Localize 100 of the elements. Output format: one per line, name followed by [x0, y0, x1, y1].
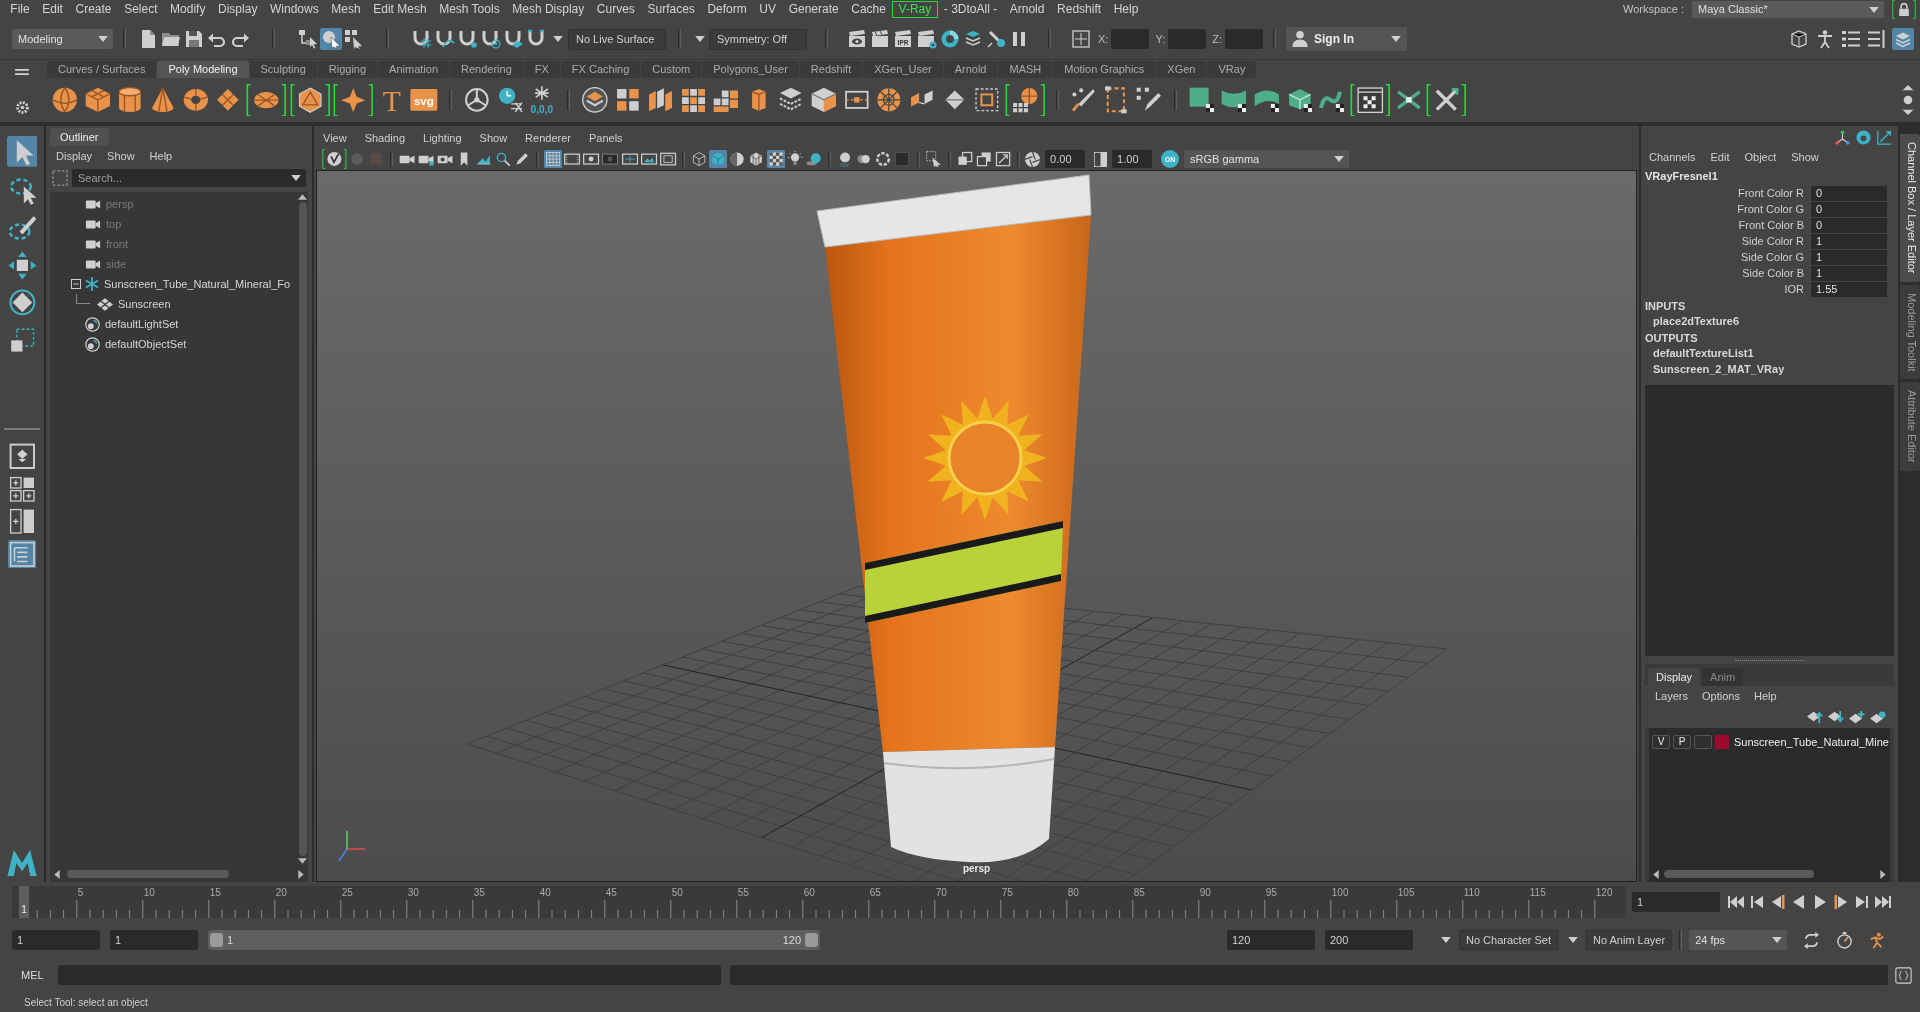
fps-dropdown[interactable]: 24 fps [1689, 930, 1788, 951]
menu-item[interactable]: Panels [588, 131, 623, 145]
visibility-toggle[interactable]: V [1652, 735, 1670, 750]
shelf-tab[interactable]: MASH [998, 61, 1053, 79]
menu-item[interactable]: Layers [1655, 689, 1689, 703]
caret-icon[interactable] [98, 36, 108, 43]
animation-start-field[interactable]: 1 [12, 930, 100, 951]
attribute-field[interactable]: 1 [1811, 265, 1887, 281]
scroll-thumb[interactable] [298, 202, 307, 857]
menu-item[interactable]: Surfaces [641, 1, 702, 19]
scroll-left-icon[interactable] [54, 869, 60, 879]
scroll-right-icon[interactable] [298, 869, 304, 879]
layer-dot-icon[interactable] [1870, 709, 1886, 725]
scroll-thumb[interactable] [1664, 870, 1814, 879]
scrollbar[interactable] [297, 192, 308, 867]
node-link[interactable]: place2dTexture6 [1641, 313, 1898, 330]
mode-dropdown[interactable]: Modeling [12, 29, 113, 50]
symmetry-dropdown[interactable]: Symmetry: Off [709, 28, 807, 50]
outliner-item[interactable]: defaultObjectSet [105, 337, 187, 351]
menu-item[interactable]: Lighting [423, 131, 462, 145]
caret-icon[interactable] [1391, 36, 1401, 43]
scroll-arrows-icon[interactable] [1902, 85, 1914, 116]
shelf-tab[interactable]: Polygons_User [702, 61, 799, 79]
collapse-icon[interactable] [71, 279, 81, 290]
menu-item[interactable]: Edit [1710, 150, 1730, 164]
menu-item[interactable]: Display [56, 149, 93, 163]
attribute-field[interactable]: 1 [1811, 233, 1887, 249]
attribute-field[interactable]: 1.55 [1811, 281, 1887, 297]
caret-icon[interactable] [291, 175, 301, 182]
panel-tab[interactable]: Outliner [50, 128, 109, 147]
single-pane-icon[interactable] [7, 441, 37, 471]
ring-icon[interactable] [1856, 129, 1871, 145]
stopwatch-icon[interactable] [1836, 931, 1854, 949]
window-checker-icon[interactable] [1350, 84, 1391, 117]
arrow-box-icon[interactable] [993, 150, 1013, 169]
previous-key-icon[interactable] [1748, 894, 1766, 911]
shelf-tab[interactable]: XGen [1156, 61, 1207, 79]
menu-item[interactable]: Redshift [1050, 1, 1108, 19]
menu-item[interactable]: Mesh Tools [432, 1, 506, 19]
exposure-field[interactable]: 0.00 [1045, 150, 1086, 169]
menu-item[interactable]: Help [1107, 1, 1145, 19]
live-surface-button[interactable]: No Live Surface [568, 28, 666, 50]
shaded-cube-icon[interactable] [709, 150, 728, 169]
shelf-tab[interactable]: FX [523, 61, 560, 79]
gear-icon[interactable] [15, 101, 29, 115]
caret-icon[interactable] [1869, 6, 1879, 13]
shelf-tab[interactable]: XGen_User [863, 61, 943, 79]
menu-item[interactable]: Edit Mesh [366, 1, 433, 19]
coordinate-field[interactable] [1111, 29, 1150, 50]
playback-start-field[interactable]: 1 [110, 930, 198, 951]
menu-item[interactable]: Edit [35, 1, 70, 19]
command-result-field[interactable] [730, 965, 1888, 986]
layers-icon[interactable] [580, 85, 610, 116]
arrow-box-icon[interactable] [1877, 129, 1892, 145]
layers-icon[interactable] [1892, 28, 1914, 51]
menu-item[interactable]: - 3DtoAll - [937, 1, 1004, 19]
caret-icon[interactable] [1772, 937, 1783, 944]
menu-item[interactable]: V-Ray [892, 1, 938, 19]
layer-swatch-icon[interactable] [1715, 735, 1729, 750]
outliner-item[interactable]: defaultLightSet [105, 317, 179, 331]
node-link[interactable]: defaultTextureList1 [1641, 345, 1898, 362]
menu-item[interactable]: Show [1791, 150, 1819, 164]
playback-end-field[interactable]: 120 [1227, 930, 1315, 951]
menu-item[interactable]: Shading [364, 131, 406, 145]
menu-item[interactable]: View [323, 131, 347, 145]
shelf-tab[interactable]: Rendering [450, 61, 523, 79]
shelf-tab[interactable]: Redshift [799, 61, 863, 79]
anim-layer-button[interactable]: No Anim Layer [1586, 930, 1673, 951]
workspace-dropdown[interactable]: Maya Classic* [1692, 1, 1884, 19]
menu-item[interactable]: Renderer [525, 131, 571, 145]
menu-item[interactable]: Windows [263, 1, 325, 19]
layer-tab[interactable]: Anim [1702, 668, 1744, 687]
scroll-thumb[interactable] [67, 870, 229, 879]
loop-icon[interactable] [1803, 931, 1821, 949]
panel-list-icon[interactable] [1866, 28, 1888, 51]
menu-item[interactable]: Curves [590, 1, 642, 19]
menu-item[interactable]: Arnold [1003, 1, 1051, 19]
checker-icon[interactable] [766, 150, 785, 169]
four-panes-icon[interactable] [7, 474, 37, 504]
clapperboard-ring-icon[interactable] [915, 28, 938, 51]
menu-item[interactable]: Show [107, 149, 135, 163]
character-set-button[interactable]: No Character Set [1459, 930, 1558, 951]
menu-item[interactable]: Channels [1649, 150, 1696, 164]
menu-item[interactable]: Create [69, 1, 118, 19]
text-tool-icon[interactable]: T [376, 85, 407, 116]
outliner-item[interactable]: Sunscreen_Tube_Natural_Mineral_Fo [104, 277, 291, 291]
shelf-tab[interactable]: Custom [641, 61, 702, 79]
range-slider-track[interactable]: 1 120 [208, 930, 820, 951]
move-arrows-icon[interactable] [6, 249, 38, 281]
caret-icon[interactable] [1441, 937, 1451, 944]
attribute-field[interactable]: 0 [1811, 217, 1887, 233]
attribute-field[interactable]: 1 [1811, 249, 1887, 265]
shelf-tab[interactable]: VRay [1207, 61, 1257, 79]
display-type-toggle[interactable] [1694, 735, 1712, 750]
layer-add-icon[interactable] [1849, 709, 1865, 725]
aperture-icon[interactable] [1025, 151, 1041, 167]
node-link[interactable]: Sunscreen_2_MAT_VRay [1641, 361, 1898, 378]
timeline-track[interactable]: 1 5 10 15 20 25 30 35 40 45 50 55 60 65 70 75 80 85 90 95 100 105 110 115 120 [12, 886, 1626, 919]
search-field[interactable]: Search... [72, 169, 306, 188]
circle-tick-icon[interactable] [322, 149, 347, 170]
